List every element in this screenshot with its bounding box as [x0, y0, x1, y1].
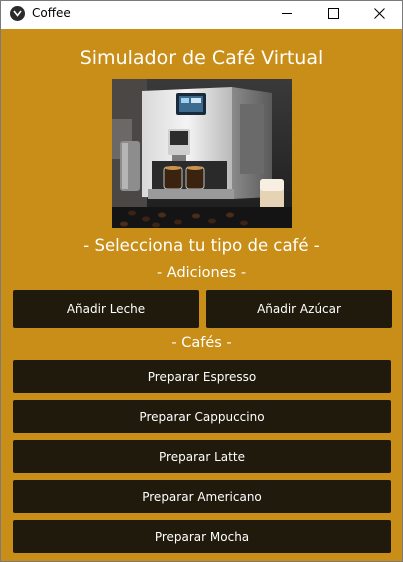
app-icon — [10, 6, 25, 21]
app-window: Coffee Simulador de Café Virtual - Selec… — [0, 0, 403, 562]
coffee-type-subheading: - Selecciona tu tipo de café - — [83, 236, 320, 255]
additions-label: - Adiciones - — [156, 265, 247, 281]
maximize-button[interactable] — [310, 1, 356, 28]
close-icon — [374, 8, 385, 19]
close-button[interactable] — [356, 1, 402, 28]
prepare-americano-button[interactable]: Preparar Americano — [13, 480, 391, 513]
prepare-mocha-button[interactable]: Preparar Mocha — [13, 520, 391, 553]
maximize-icon — [328, 8, 339, 19]
window-title: Coffee — [32, 6, 71, 20]
prepare-cappuccino-button[interactable]: Preparar Cappuccino — [13, 400, 391, 433]
prepare-espresso-button[interactable]: Preparar Espresso — [13, 360, 391, 393]
title-bar[interactable]: Coffee — [1, 1, 402, 29]
coffee-machine-image — [112, 79, 292, 228]
minimize-button[interactable] — [264, 1, 310, 28]
minimize-icon — [282, 13, 292, 14]
app-heading: Simulador de Café Virtual — [79, 47, 324, 69]
main-content: Simulador de Café Virtual - Selecciona t… — [1, 29, 402, 561]
add-sugar-button[interactable]: Añadir Azúcar — [206, 290, 392, 328]
prepare-latte-button[interactable]: Preparar Latte — [13, 440, 391, 473]
coffees-label: - Cafés - — [171, 335, 232, 351]
add-milk-button[interactable]: Añadir Leche — [13, 290, 199, 328]
